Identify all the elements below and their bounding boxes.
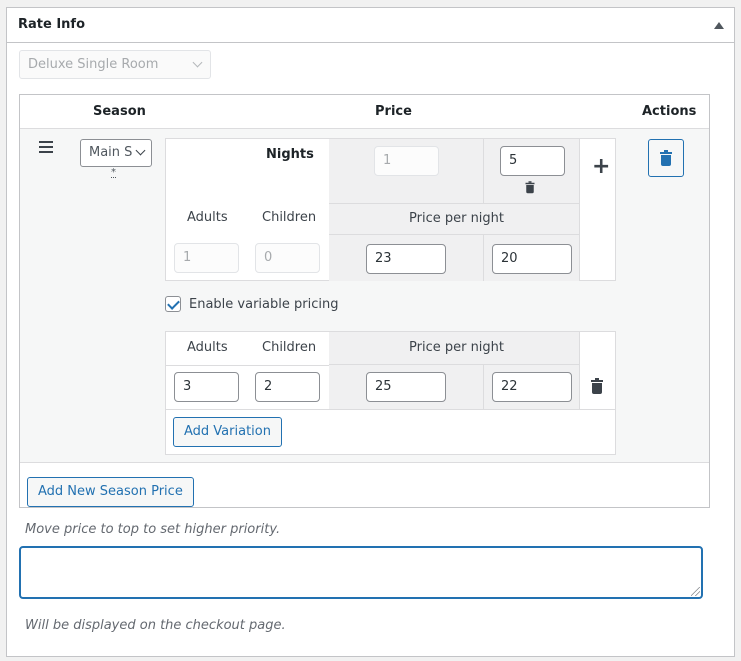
header-price: Price [375,104,412,119]
children-label: Children [262,210,317,225]
resize-grip-icon[interactable] [691,587,700,596]
divider [166,365,329,366]
price-per-night-label: Price per night [409,211,505,226]
panel-header[interactable]: Rate Info [7,8,734,43]
divider [166,409,615,410]
add-period-plus-icon[interactable]: + [592,156,610,178]
season-select[interactable]: Main S [80,139,152,167]
var-adults-label: Adults [187,340,228,355]
variations-grid: Adults Children Price per night 3 2 25 2… [165,331,616,455]
add-new-season-price-button[interactable]: Add New Season Price [27,477,194,507]
notes-textarea[interactable] [19,546,703,599]
hamburger-icon[interactable] [39,141,53,156]
season-prices-table: Season Price Actions Main S * Nights 1 5… [19,94,710,508]
var-price-per-night-label: Price per night [409,340,505,355]
chevron-down-icon [192,57,203,68]
chevron-down-icon [135,145,146,156]
header-season: Season [93,104,146,119]
room-type-value: Deluxe Single Room [28,57,159,72]
price-extra-input[interactable]: 20 [492,244,572,274]
panel-title: Rate Info [18,17,86,32]
trash-icon[interactable] [525,181,535,194]
enable-variable-pricing-label[interactable]: Enable variable pricing [189,297,338,312]
season-row: Main S * Nights 1 5 Adults Children Pric… [20,129,709,463]
divider [579,332,580,409]
delete-season-button[interactable] [648,139,684,177]
enable-variable-pricing-checkbox[interactable] [165,296,181,312]
triangle-up-icon[interactable] [714,22,724,29]
nights-label: Nights [266,147,314,162]
table-header: Season Price Actions [20,95,709,129]
trash-icon [660,150,672,166]
divider [579,139,580,281]
room-type-select: Deluxe Single Room [19,50,211,79]
price-grid: Nights 1 5 Adults Children Price per nig… [165,138,616,281]
checkout-hint: Will be displayed on the checkout page. [25,618,286,633]
variation-children-input[interactable]: 2 [255,372,320,402]
children-input: 0 [255,243,320,273]
required-mark: * [111,167,116,178]
season-value: Main S [89,145,133,160]
var-children-label: Children [262,340,317,355]
header-actions: Actions [642,104,697,119]
nights-base-input: 1 [374,146,439,176]
price-base-input[interactable]: 23 [366,244,446,274]
variation-adults-input[interactable]: 3 [174,372,239,402]
adults-label: Adults [187,210,228,225]
add-variation-button[interactable]: Add Variation [173,417,282,447]
delete-variation-trash-icon[interactable] [591,378,603,394]
adults-input: 1 [174,243,239,273]
variation-price-base-input[interactable]: 25 [366,372,446,402]
priority-hint: Move price to top to set higher priority… [25,522,281,537]
variation-price-extra-input[interactable]: 22 [492,372,572,402]
nights-extra-input[interactable]: 5 [500,146,565,176]
